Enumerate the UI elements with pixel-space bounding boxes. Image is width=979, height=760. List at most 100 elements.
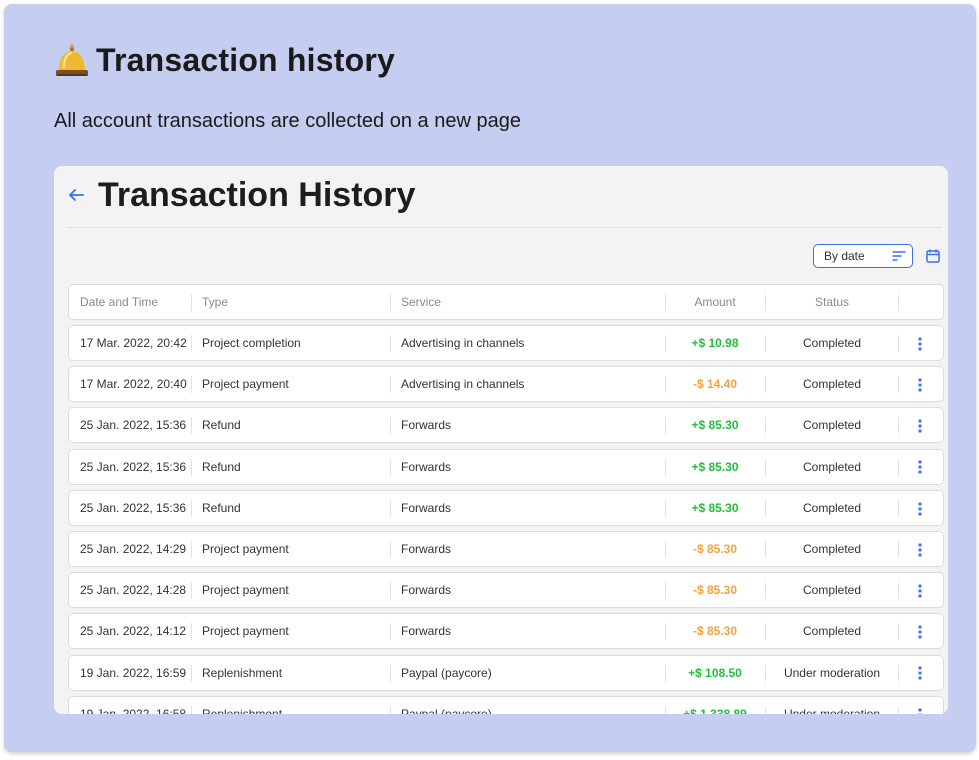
sort-dropdown-value: By date: [824, 249, 865, 263]
row-type: Refund: [202, 459, 241, 474]
more-dots-icon: [918, 543, 922, 557]
row-date: 25 Jan. 2022, 15:36: [80, 500, 187, 515]
row-service: Advertising in channels: [401, 377, 525, 392]
table-row[interactable]: 17 Mar. 2022, 20:40 Project payment Advert…: [68, 366, 944, 403]
sort-icon: [892, 251, 906, 261]
column-header-status[interactable]: Status: [766, 285, 898, 319]
row-amount: -$ 85.30: [692, 542, 738, 556]
table-row[interactable]: 19 Jan. 2022, 16:59 Replenishment Paypal (…: [68, 654, 944, 691]
row-type: Project completion: [202, 336, 301, 350]
row-menu-button[interactable]: [902, 408, 938, 442]
row-date: 25 Jan. 2022, 15:36: [80, 418, 187, 433]
hero-title-text: Transaction history: [96, 42, 395, 78]
table-row[interactable]: 25 Jan. 2022, 15:36 Refund Forwards +$ 85.3…: [68, 407, 944, 444]
row-status: Under moderation: [783, 665, 881, 680]
more-dots-icon: [918, 625, 922, 639]
row-service: Forwards: [401, 418, 452, 433]
row-status: Completed: [802, 336, 862, 350]
row-type: Replenishment: [202, 665, 283, 680]
more-dots-icon: [918, 378, 922, 392]
row-date: 25 Jan. 2022, 14:28: [80, 583, 187, 598]
row-amount: -$ 85.30: [692, 624, 738, 639]
column-header-date[interactable]: Date and Time: [80, 285, 192, 319]
sort-dropdown[interactable]: By date: [813, 244, 913, 268]
more-dots-icon: [918, 584, 922, 598]
row-date: 19 Jan. 2022, 16:59: [80, 665, 187, 680]
row-service: Forwards: [401, 542, 452, 556]
row-service: Forwards: [401, 624, 452, 639]
table-header: Date and Time Type Service Amount Status: [68, 284, 944, 320]
row-status: Completed: [802, 542, 862, 556]
row-service: Forwards: [401, 583, 452, 598]
row-date: 25 Jan. 2022, 14:29: [80, 542, 187, 556]
row-amount: +$ 85.30: [691, 500, 739, 515]
row-type: Refund: [202, 500, 241, 515]
table-row[interactable]: 19 Jan. 2022, 16:58 Replenishment Paypal (…: [68, 695, 944, 714]
row-menu-button[interactable]: [902, 367, 938, 401]
row-date: 25 Jan. 2022, 14:12: [80, 624, 187, 639]
row-service: Forwards: [401, 459, 452, 474]
row-menu-button[interactable]: [902, 450, 938, 484]
row-date: 17 Mar. 2022, 20:42: [80, 336, 187, 350]
row-status: Under moderation: [783, 706, 881, 714]
row-date: 19 Jan. 2022, 16:58: [80, 706, 187, 714]
row-menu-button[interactable]: [902, 491, 938, 525]
row-amount: +$ 85.30: [691, 418, 739, 433]
column-header-amount[interactable]: Amount: [666, 285, 764, 319]
row-amount: +$ 85.30: [691, 459, 739, 474]
row-status: Completed: [802, 500, 862, 515]
row-status: Completed: [802, 583, 862, 598]
row-service: Paypal (paycore): [401, 665, 492, 680]
column-header-type[interactable]: Type: [202, 285, 382, 319]
row-menu-button[interactable]: [902, 532, 938, 566]
row-status: Completed: [802, 459, 862, 474]
table-row[interactable]: 25 Jan. 2022, 14:12 Project payment Forwar…: [68, 613, 944, 650]
table-row[interactable]: 17 Mar. 2022, 20:42 Project completion Adv…: [68, 325, 944, 361]
transaction-panel: Transaction History By date Date and Tim…: [54, 166, 948, 714]
row-menu-button[interactable]: [902, 656, 938, 690]
row-amount: +$ 1,338.89: [683, 706, 747, 714]
row-type: Replenishment: [202, 706, 283, 714]
row-amount: -$ 85.30: [692, 583, 738, 598]
row-type: Refund: [202, 418, 241, 433]
calendar-icon[interactable]: [926, 249, 940, 263]
hero-subtitle: All account transactions are collected o…: [54, 110, 521, 132]
table-row[interactable]: 25 Jan. 2022, 15:36 Refund Forwards +$ 85.3…: [68, 448, 944, 485]
row-date: 25 Jan. 2022, 15:36: [80, 459, 187, 474]
row-amount: +$ 108.50: [688, 665, 742, 680]
table-row[interactable]: 25 Jan. 2022, 15:36 Refund Forwards +$ 85.3…: [68, 489, 944, 526]
table-row[interactable]: 25 Jan. 2022, 14:28 Project payment Forwar…: [68, 572, 944, 609]
row-type: Project payment: [202, 624, 289, 639]
row-menu-button[interactable]: [902, 697, 938, 714]
row-type: Project payment: [202, 583, 289, 598]
column-header-service[interactable]: Service: [401, 285, 661, 319]
table-row[interactable]: 25 Jan. 2022, 14:29 Project payment Forwar…: [68, 531, 944, 567]
row-amount: +$ 10.98: [691, 336, 739, 350]
row-amount: -$ 14.40: [692, 377, 738, 392]
row-service: Forwards: [401, 500, 452, 515]
row-service: Advertising in channels: [401, 336, 525, 350]
row-service: Paypal (paycore): [401, 706, 492, 714]
row-menu-button[interactable]: [902, 573, 938, 607]
more-dots-icon: [918, 460, 922, 475]
panel-header: Transaction History: [68, 176, 415, 215]
row-status: Completed: [802, 377, 862, 392]
row-type: Project payment: [202, 377, 289, 392]
back-arrow-icon[interactable]: [68, 186, 86, 206]
header-divider: [68, 227, 942, 228]
row-menu-button[interactable]: [902, 326, 938, 360]
bell-icon: [56, 43, 88, 76]
row-status: Completed: [802, 624, 862, 639]
more-dots-icon: [918, 502, 922, 516]
slide-background: Transaction history All account transact…: [4, 4, 976, 752]
more-dots-icon: [918, 666, 922, 681]
row-type: Project payment: [202, 542, 289, 556]
more-dots-icon: [918, 419, 922, 433]
row-menu-button[interactable]: [902, 614, 938, 648]
more-dots-icon: [918, 337, 922, 351]
row-date: 17 Mar. 2022, 20:40: [80, 377, 187, 392]
more-dots-icon: [918, 708, 922, 714]
page-title: Transaction History: [98, 176, 416, 214]
hero-title: Transaction history: [54, 42, 395, 79]
row-status: Completed: [802, 418, 862, 433]
